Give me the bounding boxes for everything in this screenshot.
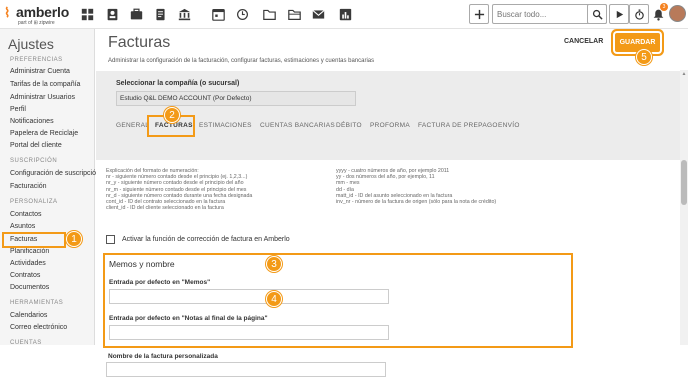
briefcase-icon[interactable]: [128, 6, 144, 22]
user-avatar[interactable]: [669, 5, 686, 22]
calendar-icon[interactable]: [210, 6, 226, 22]
page-header: Facturas Administrar la configuración de…: [96, 29, 688, 69]
history-icon[interactable]: [234, 6, 250, 22]
search-icon[interactable]: [587, 4, 607, 24]
bank-icon[interactable]: [176, 6, 192, 22]
folder-icon[interactable]: [261, 6, 277, 22]
tab-estimaciones[interactable]: ESTIMACIONES: [199, 122, 252, 129]
play-icon[interactable]: [609, 4, 629, 24]
top-bar: ⌇ amberlo part of ⊞ zipwire 3: [0, 0, 688, 29]
sidebar-item-documentos[interactable]: Documentos: [10, 284, 49, 291]
tab-debito[interactable]: DÉBITO: [336, 122, 362, 129]
company-label: Seleccionar la compañía (o sucursal): [116, 80, 240, 87]
sidebar-item-contratos[interactable]: Contratos: [10, 272, 40, 279]
memo-default-label: Entrada por defecto en "Memos": [109, 279, 211, 286]
page-title: Facturas: [108, 34, 171, 51]
sidebar-section-personaliza: PERSONALIZA: [10, 199, 58, 205]
sidebar-item-papelera[interactable]: Papelera de Reciclaje: [10, 130, 78, 137]
sidebar-item-correo[interactable]: Correo electrónico: [10, 324, 67, 331]
sidebar-section-cuentas: CUENTAS: [10, 340, 42, 346]
logo-mark-icon: ⌇: [4, 5, 11, 20]
tab-proforma[interactable]: PROFORMA: [370, 122, 410, 129]
scroll-up-icon[interactable]: ▲: [681, 71, 687, 77]
sidebar-section-herramientas: HERRAMIENTAS: [10, 300, 64, 306]
tab-envio[interactable]: ENVÍO: [498, 122, 520, 129]
settings-sidebar: Ajustes PREFERENCIAS Administrar Cuenta …: [0, 29, 100, 346]
tab-factura-prepago[interactable]: FACTURA DE PREPAGO: [418, 122, 498, 129]
scrollbar-thumb[interactable]: [681, 160, 687, 205]
callout-number-4: 4: [266, 291, 282, 307]
scrollbar-track[interactable]: [680, 70, 688, 345]
documents-icon[interactable]: [152, 6, 168, 22]
logo-text: amberlo: [16, 4, 70, 20]
invoice-name-input[interactable]: [106, 362, 386, 377]
page-subtitle: Administrar la configuración de la factu…: [108, 58, 375, 64]
sidebar-item-config-suscripcion[interactable]: Configuración de suscripción: [10, 170, 100, 177]
sidebar-item-planificacion[interactable]: Planificación: [10, 248, 49, 255]
numbering-explanation-left: Explicación del formato de numeración: n…: [106, 168, 253, 212]
contacts-icon[interactable]: [104, 6, 120, 22]
notes-default-input[interactable]: [109, 325, 389, 340]
notes-default-label: Entrada por defecto en "Notas al final d…: [109, 315, 268, 322]
add-button[interactable]: [469, 4, 489, 24]
correction-checkbox[interactable]: [106, 235, 115, 244]
folder-open-icon[interactable]: [286, 6, 302, 22]
company-select[interactable]: Estudio Q&L DEMO ACCOUNT (Por Defecto): [116, 91, 356, 106]
cancel-button[interactable]: CANCELAR: [564, 38, 603, 45]
invoice-name-label: Nombre de la factura personalizada: [108, 353, 218, 360]
sidebar-item-notificaciones[interactable]: Notificaciones: [10, 118, 54, 125]
sidebar-item-calendarios[interactable]: Calendarios: [10, 312, 47, 319]
memo-default-input[interactable]: [109, 289, 389, 304]
memos-title: Memos y nombre: [109, 259, 175, 269]
callout-number-2: 2: [164, 107, 180, 123]
sidebar-item-tarifas[interactable]: Tarifas de la compañía: [10, 81, 80, 88]
highlight-facturas-sidebar: [2, 232, 66, 248]
mail-icon[interactable]: [310, 6, 326, 22]
sidebar-item-asuntos[interactable]: Asuntos: [10, 223, 35, 230]
logo-subtext: part of ⊞ zipwire: [18, 20, 55, 26]
callout-number-3: 3: [266, 256, 282, 272]
sidebar-item-administrar-usuarios[interactable]: Administrar Usuarios: [10, 94, 75, 101]
dashboard-icon[interactable]: [79, 6, 95, 22]
sidebar-item-contactos[interactable]: Contactos: [10, 211, 42, 218]
sidebar-item-administrar-cuenta[interactable]: Administrar Cuenta: [10, 68, 70, 75]
sidebar-section-suscripcion: SUSCRIPCIÓN: [10, 158, 58, 164]
sidebar-item-perfil[interactable]: Perfil: [10, 106, 26, 113]
sidebar-item-actividades[interactable]: Actividades: [10, 260, 46, 267]
sidebar-item-portal-cliente[interactable]: Portal del cliente: [10, 142, 62, 149]
callout-number-1: 1: [66, 231, 82, 247]
sidebar-item-facturacion[interactable]: Facturación: [10, 183, 47, 190]
facturas-content: Explicación del formato de numeración: n…: [96, 160, 682, 377]
amberlo-logo[interactable]: ⌇ amberlo part of ⊞ zipwire: [4, 3, 74, 27]
correction-checkbox-label: Activar la función de corrección de fact…: [122, 236, 290, 243]
numbering-explanation-right: yyyy - cuatro números de año, por ejempl…: [336, 168, 497, 206]
sidebar-section-preferencias: PREFERENCIAS: [10, 57, 63, 63]
sidebar-title: Ajustes: [8, 36, 54, 52]
memos-section: Memos y nombre Entrada por defecto en "M…: [103, 253, 573, 348]
notification-badge: 3: [660, 3, 668, 11]
reports-icon[interactable]: [337, 6, 353, 22]
main-panel: Facturas Administrar la configuración de…: [96, 29, 688, 377]
tab-general[interactable]: GENERAL: [116, 122, 149, 129]
timer-icon[interactable]: [629, 4, 649, 24]
tab-cuentas-bancarias[interactable]: CUENTAS BANCARIAS: [260, 122, 335, 129]
callout-number-5: 5: [636, 49, 652, 65]
